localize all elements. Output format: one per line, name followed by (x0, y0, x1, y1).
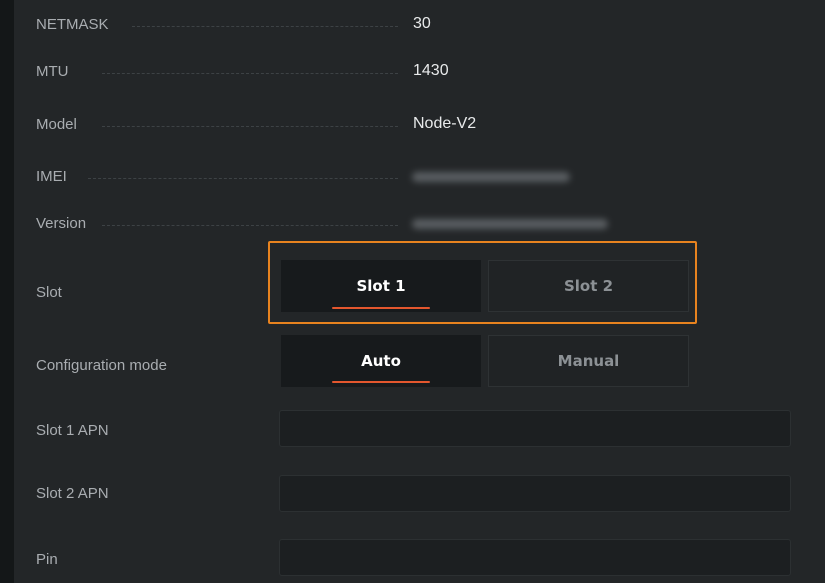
slot-1-button-label: Slot 1 (356, 277, 406, 295)
netmask-leader (132, 26, 398, 27)
imei-leader (88, 178, 398, 179)
version-label: Version (36, 215, 87, 232)
slot-2-button[interactable]: Slot 2 (488, 260, 689, 312)
netmask-value: 30 (413, 15, 431, 32)
auto-mode-active-underline (332, 381, 430, 383)
pin-input[interactable] (279, 539, 791, 576)
imei-redacted-blur (412, 172, 570, 182)
pin-label: Pin (36, 551, 58, 568)
slot-1-active-underline (332, 307, 430, 309)
slot-1-apn-input[interactable] (279, 410, 791, 447)
manual-mode-button-label: Manual (557, 352, 620, 370)
slot-2-button-label: Slot 2 (563, 277, 614, 295)
model-value: Node-V2 (413, 115, 477, 132)
auto-mode-button-label: Auto (361, 352, 401, 370)
slot-2-apn-label: Slot 2 APN (36, 485, 109, 502)
configuration-mode-label: Configuration mode (36, 357, 167, 374)
version-redacted-blur (412, 219, 608, 229)
slot-2-apn-input[interactable] (279, 475, 791, 512)
mtu-label: MTU (36, 63, 69, 80)
manual-mode-button[interactable]: Manual (488, 335, 689, 387)
slot-1-button[interactable]: Slot 1 (281, 260, 481, 312)
slot-1-apn-label: Slot 1 APN (36, 422, 109, 439)
mtu-leader (102, 73, 398, 74)
auto-mode-button[interactable]: Auto (281, 335, 481, 387)
model-label: Model (36, 116, 77, 133)
imei-label: IMEI (36, 168, 67, 185)
slot-label: Slot (36, 284, 62, 301)
mtu-value: 1430 (413, 62, 449, 79)
model-leader (102, 126, 398, 127)
device-settings-panel: NETMASK 30 MTU 1430 Model Node-V2 IMEI V… (14, 0, 825, 583)
version-leader (102, 225, 398, 226)
netmask-label: NETMASK (36, 16, 109, 33)
